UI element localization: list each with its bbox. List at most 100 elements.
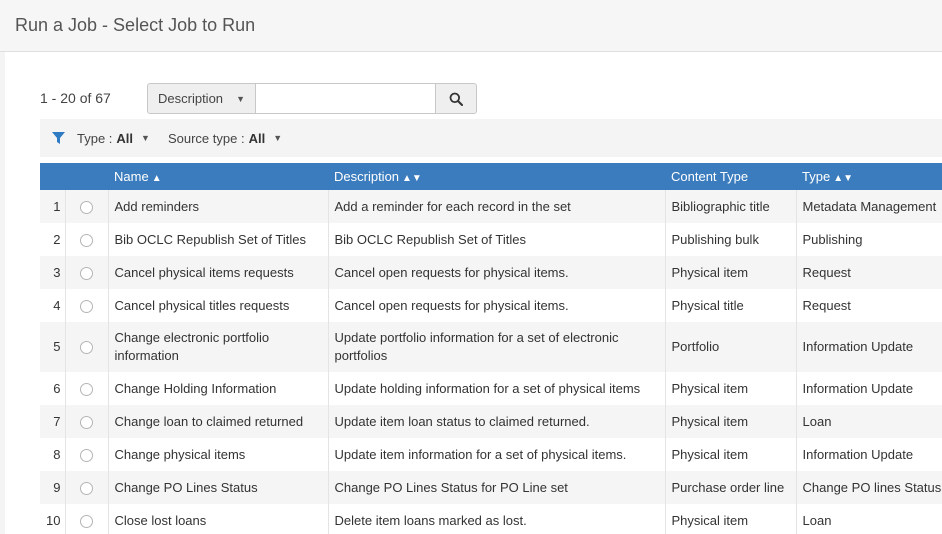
- type-filter-label: Type :: [77, 130, 113, 146]
- col-header-type[interactable]: Type ▲▼: [796, 163, 942, 190]
- table-row[interactable]: 9 Change PO Lines Status Change PO Lines S…: [40, 471, 942, 504]
- caret-down-icon: ▼: [236, 93, 245, 104]
- job-description: Add a reminder for each record in the se…: [327, 190, 665, 223]
- jobs-table: Name ▲ Description ▲▼ Content Type Type ▲▼ …: [40, 163, 942, 534]
- job-type: Change PO lines Status: [795, 471, 942, 504]
- row-number: 6: [40, 372, 65, 405]
- job-content-type: Publishing bulk: [664, 223, 796, 256]
- job-description: Update holding information for a set of …: [327, 372, 665, 405]
- table-row[interactable]: 8 Change physical items Update item inform…: [40, 438, 942, 471]
- job-type: Request: [795, 256, 942, 289]
- row-radio-button[interactable]: [80, 299, 93, 313]
- job-type: Information Update: [795, 438, 942, 471]
- job-content-type: Portfolio: [664, 322, 796, 372]
- filter-icon[interactable]: [52, 132, 65, 144]
- results-count: 1 - 20 of 67: [40, 90, 111, 106]
- source-type-filter[interactable]: Source type : All ▼: [168, 131, 282, 146]
- row-select-cell: [64, 405, 108, 438]
- table-header-row: Name ▲ Description ▲▼ Content Type Type ▲▼: [40, 163, 942, 190]
- job-type: Loan: [795, 405, 942, 438]
- table-row[interactable]: 6 Change Holding Information Update holdin…: [40, 372, 942, 405]
- search-button[interactable]: [436, 83, 477, 114]
- table-row[interactable]: 1 Add reminders Add a reminder for each re…: [40, 190, 942, 223]
- job-name[interactable]: Change physical items: [107, 438, 328, 471]
- job-type: Loan: [795, 504, 942, 534]
- table-row[interactable]: 10 Close lost loans Delete item loans mark…: [40, 504, 942, 534]
- row-select-cell: [64, 471, 108, 504]
- row-radio-button[interactable]: [80, 233, 93, 247]
- row-radio-button[interactable]: [80, 200, 93, 214]
- search-input[interactable]: [256, 83, 436, 114]
- table-row[interactable]: 5 Change electronic portfolio information…: [40, 322, 942, 372]
- job-description: Change PO Lines Status for PO Line set: [327, 471, 665, 504]
- job-type: Information Update: [795, 322, 942, 372]
- row-radio-button[interactable]: [80, 341, 93, 355]
- search-scope-dropdown[interactable]: Description ▼: [147, 83, 256, 114]
- row-radio-button[interactable]: [80, 382, 93, 396]
- row-select-cell: [64, 190, 108, 223]
- sort-asc-icon: ▲: [151, 173, 162, 184]
- row-number: 4: [40, 289, 65, 322]
- type-filter[interactable]: Type : All ▼: [77, 131, 150, 146]
- row-radio-button[interactable]: [80, 448, 93, 462]
- job-type: Request: [795, 289, 942, 322]
- table-row[interactable]: 7 Change loan to claimed returned Update i…: [40, 405, 942, 438]
- table-row[interactable]: 2 Bib OCLC Republish Set of Titles Bib OCL…: [40, 223, 942, 256]
- job-type: Publishing: [795, 223, 942, 256]
- job-type: Metadata Management: [795, 190, 942, 223]
- job-content-type: Physical item: [664, 504, 796, 534]
- row-number: 10: [40, 504, 65, 534]
- job-name[interactable]: Change PO Lines Status: [107, 471, 328, 504]
- job-content-type: Physical item: [664, 405, 796, 438]
- search-icon: [449, 92, 463, 106]
- table-row[interactable]: 3 Cancel physical items requests Cancel op…: [40, 256, 942, 289]
- caret-down-icon: ▼: [273, 133, 283, 143]
- job-name[interactable]: Change Holding Information: [107, 372, 328, 405]
- job-description: Update item information for a set of phy…: [327, 438, 665, 471]
- row-select-cell: [64, 504, 108, 534]
- row-select-cell: [64, 372, 108, 405]
- job-description: Bib OCLC Republish Set of Titles: [327, 223, 665, 256]
- job-content-type: Purchase order line: [664, 471, 796, 504]
- row-radio-button[interactable]: [80, 481, 93, 495]
- col-header-name[interactable]: Name ▲: [108, 163, 328, 190]
- source-type-filter-label: Source type :: [167, 130, 245, 146]
- job-description: Delete item loans marked as lost.: [327, 504, 665, 534]
- job-description: Cancel open requests for physical items.: [327, 289, 665, 322]
- row-number: 8: [40, 438, 65, 471]
- filter-bar: Type : All ▼ Source type : All ▼: [40, 119, 942, 157]
- col-header-content-type: Content Type: [665, 163, 796, 190]
- row-select-cell: [64, 322, 108, 372]
- job-content-type: Physical title: [664, 289, 796, 322]
- job-name[interactable]: Change loan to claimed returned: [107, 405, 328, 438]
- job-type: Information Update: [795, 372, 942, 405]
- job-description: Cancel open requests for physical items.: [327, 256, 665, 289]
- row-number: 7: [40, 405, 65, 438]
- job-content-type: Physical item: [664, 438, 796, 471]
- job-name[interactable]: Add reminders: [107, 190, 328, 223]
- row-radio-button[interactable]: [80, 415, 93, 429]
- row-radio-button[interactable]: [80, 266, 93, 280]
- search-bar: Description ▼: [147, 83, 477, 114]
- job-name[interactable]: Cancel physical titles requests: [107, 289, 328, 322]
- source-type-filter-value: All: [248, 130, 266, 146]
- page-title: Run a Job - Select Job to Run: [15, 15, 256, 35]
- caret-down-icon: ▼: [141, 133, 150, 143]
- table-row[interactable]: 4 Cancel physical titles requests Cancel o…: [40, 289, 942, 322]
- job-name[interactable]: Cancel physical items requests: [107, 256, 328, 289]
- col-header-description[interactable]: Description ▲▼: [328, 163, 665, 190]
- job-name[interactable]: Close lost loans: [107, 504, 328, 534]
- job-name[interactable]: Change electronic portfolio information: [107, 322, 328, 372]
- row-number: 2: [40, 223, 65, 256]
- row-radio-button[interactable]: [80, 514, 93, 528]
- search-scope-label: Description: [158, 91, 224, 106]
- sort-both-icon: ▲▼: [833, 173, 853, 184]
- row-number: 5: [40, 322, 65, 372]
- job-name[interactable]: Bib OCLC Republish Set of Titles: [107, 223, 328, 256]
- page-header: Run a Job - Select Job to Run: [0, 0, 942, 52]
- job-description: Update item loan status to claimed retur…: [327, 405, 665, 438]
- row-number: 3: [40, 256, 65, 289]
- job-content-type: Physical item: [664, 256, 796, 289]
- type-filter-value: All: [116, 130, 134, 146]
- col-header-num: [40, 163, 65, 190]
